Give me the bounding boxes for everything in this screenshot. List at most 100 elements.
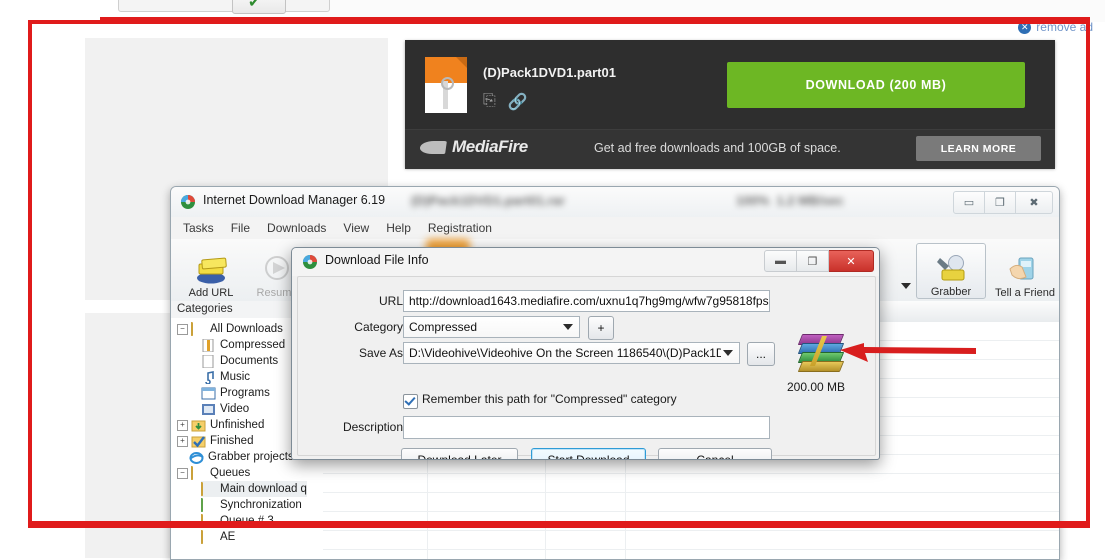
music-note-icon	[201, 370, 216, 385]
menu-view[interactable]: View	[343, 221, 369, 235]
tree-item-main-download-queue[interactable]: Main download q	[201, 481, 307, 497]
tree-item-label: Compressed	[220, 339, 286, 351]
blurred-title-text-2: 100% 1.2 MB/sec	[736, 193, 844, 208]
chevron-down-icon	[723, 350, 733, 356]
tree-item-all-downloads[interactable]: − All Downloads	[177, 321, 283, 337]
tree-item-label: AE	[220, 531, 236, 543]
toolbar-label: Add URL	[188, 287, 234, 299]
cancel-button[interactable]: Cancel	[658, 448, 772, 459]
sync-folder-green-icon	[201, 497, 216, 512]
document-icon	[201, 354, 216, 368]
tree-item-label: Grabber projects	[208, 451, 294, 463]
toolbar-add-url-button[interactable]: Add URL	[179, 243, 243, 299]
unfinished-folder-icon	[191, 419, 206, 432]
green-check-icon: ✔	[248, 0, 261, 11]
menu-registration[interactable]: Registration	[428, 221, 492, 235]
remember-path-checkbox[interactable]	[403, 394, 418, 409]
dialog-minimize-button[interactable]: ▬	[764, 250, 797, 272]
tree-item-ae[interactable]: AE	[201, 529, 235, 545]
idm-globe-icon	[181, 195, 195, 209]
mediafire-brand-text: MediaFire	[452, 137, 528, 156]
tree-item-label: Video	[220, 403, 250, 415]
tree-item-queues[interactable]: − Queues	[177, 465, 250, 481]
tree-item-compressed[interactable]: Compressed	[201, 337, 285, 353]
program-window-icon	[201, 387, 216, 400]
queue-folder-icon	[201, 529, 216, 544]
learn-more-button[interactable]: LEARN MORE	[916, 136, 1041, 161]
description-label: Description	[342, 420, 403, 434]
menu-downloads[interactable]: Downloads	[267, 221, 326, 235]
idm-title-bar: Internet Download Manager 6.19 ▭ ❐ ✖	[171, 187, 1059, 218]
url-input[interactable]: http://download1643.mediafire.com/uxnu1q…	[403, 290, 770, 312]
chevron-down-icon	[563, 324, 573, 330]
expand-icon[interactable]: +	[177, 419, 188, 431]
browse-button[interactable]: ...	[747, 342, 775, 366]
mediafire-download-button[interactable]: DOWNLOAD (200 MB)	[727, 62, 1025, 108]
add-url-icon	[192, 253, 230, 285]
category-select[interactable]: Compressed	[403, 316, 580, 338]
remove-ad-label: remove ad	[1036, 20, 1093, 34]
chevron-down-icon[interactable]	[901, 283, 911, 289]
remove-ad-link[interactable]: ✕ remove ad	[1018, 20, 1093, 34]
dialog-maximize-button[interactable]: ❐	[797, 250, 829, 272]
save-as-value: D:\Videohive\Videohive On the Screen 118…	[409, 346, 721, 360]
toolbar-label: Tell a Friend	[995, 287, 1055, 299]
mediafire-filename: (D)Pack1DVD1.part01	[483, 65, 616, 80]
collapse-icon[interactable]: −	[177, 467, 188, 479]
idm-close-button[interactable]: ✖	[1016, 191, 1053, 214]
tree-item-label: Finished	[210, 435, 254, 447]
tree-item-documents[interactable]: Documents	[201, 353, 278, 369]
tree-item-unfinished[interactable]: + Unfinished	[177, 417, 264, 433]
tree-item-video[interactable]: Video	[201, 401, 249, 417]
idm-maximize-button[interactable]: ❐	[985, 191, 1016, 214]
remember-path-label: Remember this path for "Compressed" cate…	[422, 392, 677, 406]
annotation-arrow	[840, 343, 976, 362]
video-film-icon	[201, 403, 216, 416]
dialog-body: URL http://download1643.mediafire.com/ux…	[297, 276, 876, 459]
tree-item-programs[interactable]: Programs	[201, 385, 270, 401]
tree-item-label: All Downloads	[210, 323, 283, 335]
tree-item-finished[interactable]: + Finished	[177, 433, 253, 449]
file-size-label: 200.00 MB	[787, 380, 846, 394]
dialog-close-button[interactable]: ✕	[829, 250, 874, 272]
queues-folder-icon	[191, 465, 206, 480]
idm-menu-bar: Tasks File Downloads View Help Registrat…	[171, 217, 1059, 240]
menu-tasks[interactable]: Tasks	[183, 221, 214, 235]
tell-a-friend-icon	[1006, 253, 1044, 285]
tree-item-grabber-projects[interactable]: Grabber projects	[189, 449, 294, 465]
description-input[interactable]	[403, 416, 770, 439]
toolbar-grabber-button[interactable]: Grabber	[916, 243, 986, 299]
tree-item-label: Music	[220, 371, 251, 383]
expand-icon[interactable]: +	[177, 435, 188, 447]
add-category-button[interactable]: +	[588, 316, 614, 340]
start-download-button[interactable]: Start Download	[531, 448, 646, 459]
toolbar-tell-a-friend-button[interactable]: Tell a Friend	[989, 243, 1059, 299]
tree-item-music[interactable]: Music	[201, 369, 250, 385]
mediafire-file-actions: ⎘ 🔗	[483, 92, 528, 112]
tree-item-label: Main download q	[220, 483, 307, 495]
share-icon[interactable]: ⎘	[483, 92, 496, 112]
tree-item-label: Synchronization	[220, 499, 302, 511]
menu-file[interactable]: File	[231, 221, 250, 235]
save-as-input[interactable]: D:\Videohive\Videohive On the Screen 118…	[403, 342, 740, 364]
idm-minimize-button[interactable]: ▭	[953, 191, 985, 214]
dialog-window-controls: ▬ ❐ ✕	[764, 250, 874, 272]
close-circle-icon: ✕	[1018, 20, 1032, 34]
archive-file-icon	[425, 57, 467, 113]
link-icon[interactable]: 🔗	[508, 92, 528, 112]
annotation-horizontal-line	[30, 521, 1088, 526]
menu-help[interactable]: Help	[386, 221, 411, 235]
browser-input-fragment[interactable]	[118, 0, 330, 12]
tree-item-synchronization[interactable]: Synchronization	[201, 497, 302, 513]
folder-open-icon	[191, 321, 206, 336]
annotation-rectangle-top-edge	[100, 17, 1090, 21]
category-label: Category	[354, 320, 403, 334]
download-later-button[interactable]: Download Later	[401, 448, 518, 459]
mediafire-logo: MediaFire	[419, 137, 528, 157]
tree-item-label: Programs	[220, 387, 270, 399]
finished-check-icon	[191, 435, 206, 448]
save-as-label: Save As	[358, 346, 403, 360]
collapse-icon[interactable]: −	[177, 323, 188, 335]
tree-item-label: Queues	[210, 467, 251, 479]
compressed-file-icon	[201, 338, 216, 352]
